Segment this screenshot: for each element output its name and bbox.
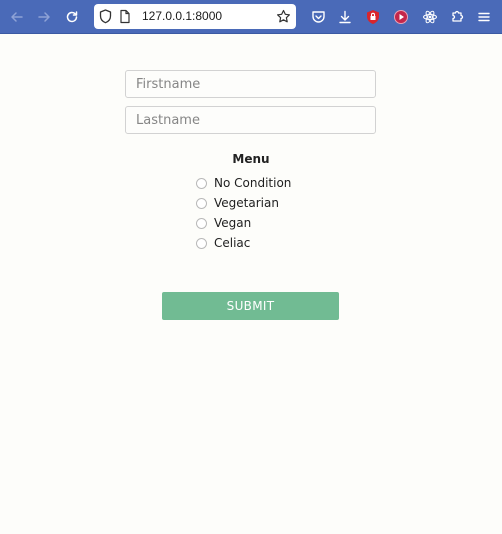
option-label: No Condition bbox=[214, 176, 292, 190]
lastname-input[interactable] bbox=[125, 106, 376, 134]
browser-toolbar: 127.0.0.1:8000 bbox=[0, 0, 502, 34]
radio-button[interactable] bbox=[196, 217, 207, 229]
option-label: Vegan bbox=[214, 216, 252, 230]
extensions-puzzle-icon[interactable] bbox=[445, 0, 469, 33]
bookmark-star-icon[interactable] bbox=[276, 9, 291, 28]
menu-option-vegetarian[interactable]: Vegetarian bbox=[196, 193, 279, 213]
extension-red-lock-icon[interactable] bbox=[361, 0, 385, 33]
page-icon bbox=[119, 9, 131, 28]
menu-option-no-condition[interactable]: No Condition bbox=[196, 173, 291, 193]
radio-button[interactable] bbox=[196, 197, 207, 209]
radio-button[interactable] bbox=[196, 237, 207, 249]
pocket-icon[interactable] bbox=[306, 0, 330, 33]
menu-hamburger-icon[interactable] bbox=[472, 0, 496, 33]
submit-button[interactable]: SUBMIT bbox=[162, 292, 339, 320]
address-bar[interactable]: 127.0.0.1:8000 bbox=[94, 4, 296, 29]
shield-icon[interactable] bbox=[99, 9, 112, 28]
back-arrow-icon[interactable] bbox=[5, 0, 29, 33]
menu-option-vegan[interactable]: Vegan bbox=[196, 213, 251, 233]
option-label: Vegetarian bbox=[214, 196, 279, 210]
radio-button[interactable] bbox=[196, 177, 207, 189]
download-icon[interactable] bbox=[333, 0, 357, 33]
firstname-input[interactable] bbox=[125, 70, 376, 98]
react-devtools-icon[interactable] bbox=[418, 0, 442, 33]
extension-red-record-icon[interactable] bbox=[389, 0, 413, 33]
option-label: Celiac bbox=[214, 236, 251, 250]
menu-heading: Menu bbox=[232, 152, 270, 166]
url-text[interactable]: 127.0.0.1:8000 bbox=[142, 9, 222, 24]
menu-option-celiac[interactable]: Celiac bbox=[196, 233, 250, 253]
reload-icon[interactable] bbox=[60, 0, 84, 33]
forward-arrow-icon[interactable] bbox=[32, 0, 56, 33]
